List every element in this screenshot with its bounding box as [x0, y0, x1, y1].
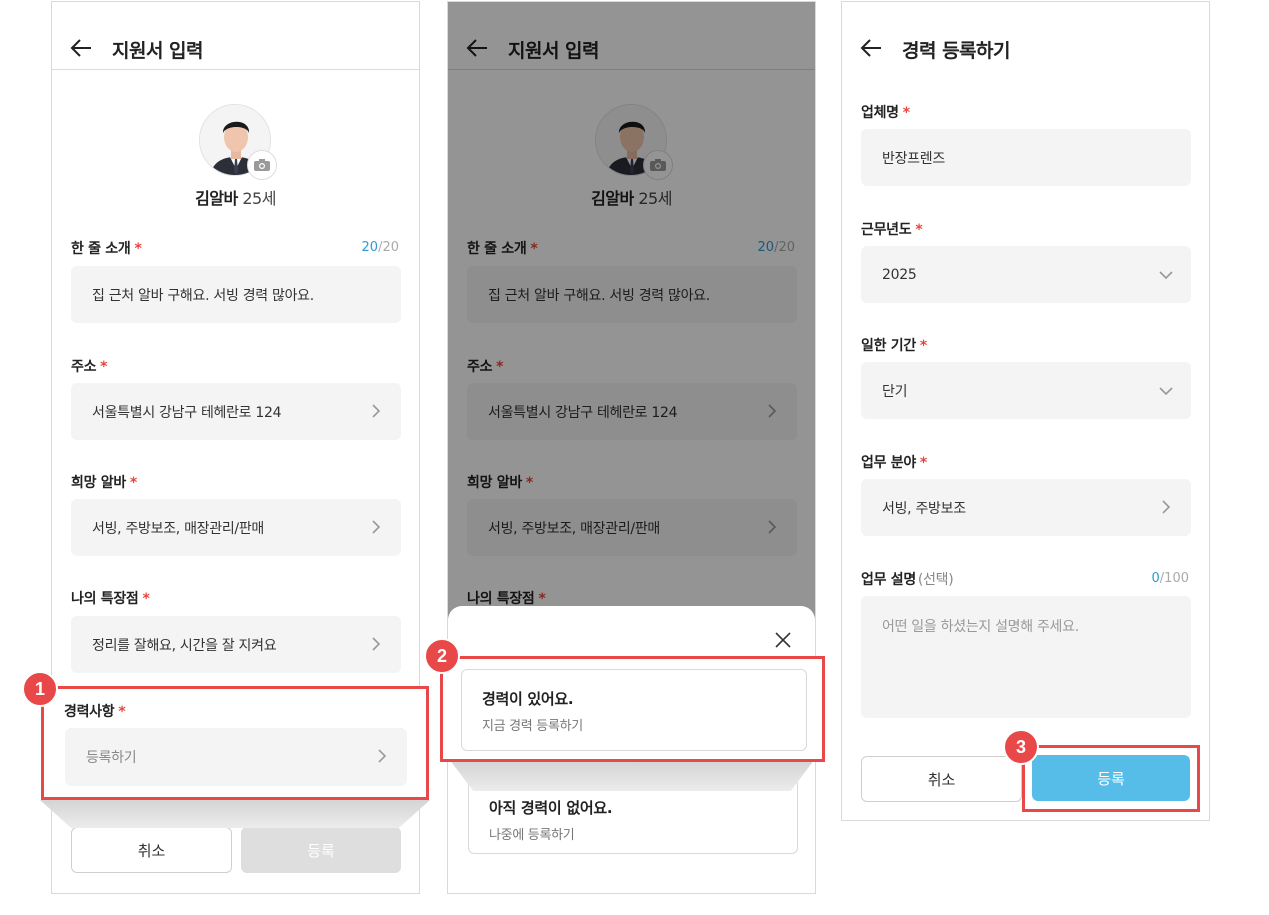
profile-photo[interactable] — [199, 104, 277, 180]
step-badge-1: 1 — [22, 671, 58, 707]
year-label: 근무년도 * — [861, 222, 923, 238]
desired-job-label: 희망 알바 * — [71, 475, 137, 491]
cancel-button[interactable]: 취소 — [71, 827, 232, 873]
intro-input[interactable]: 집 근처 알바 구해요. 서빙 경력 많아요. — [71, 266, 401, 323]
page-title: 지원서 입력 — [112, 40, 204, 62]
option-has-career-sub: 지금 경력 등록하기 — [482, 719, 583, 734]
desired-job-field[interactable]: 서빙, 주방보조, 매장관리/판매 — [71, 499, 401, 556]
back-arrow-icon[interactable] — [860, 38, 882, 58]
company-input[interactable]: 반장프렌즈 — [861, 129, 1191, 186]
chevron-down-icon — [1159, 387, 1173, 396]
option-no-career-sub: 나중에 등록하기 — [489, 828, 575, 843]
strength-value: 정리를 잘해요, 시간을 잘 지켜요 — [92, 637, 277, 654]
work-field-value: 서빙, 주방보조 — [882, 500, 966, 517]
has-career-highlight-box: 경력이 있어요. 지금 경력 등록하기 — [440, 656, 825, 762]
address-label: 주소 * — [71, 359, 108, 375]
profile-age: 25세 — [242, 189, 276, 208]
work-field-label: 업무 분야 * — [861, 455, 927, 471]
callout-shadow — [450, 761, 814, 791]
description-counter: 0/100 — [1151, 571, 1189, 586]
intro-counter: 20/20 — [361, 240, 399, 255]
intro-label: 한 줄 소개 * — [71, 241, 142, 257]
career-register-screen: 경력 등록하기 업체명 * 반장프렌즈 근무년도 * 2025 일한 기간 * 단기 … — [841, 1, 1210, 821]
year-value: 2025 — [882, 266, 917, 283]
back-arrow-icon[interactable] — [70, 38, 92, 58]
career-label: 경력사항 * — [64, 704, 126, 720]
submit-button-disabled[interactable]: 등록 — [241, 827, 401, 873]
strength-label: 나의 특장점 * — [71, 591, 150, 607]
period-value: 단기 — [882, 383, 908, 400]
career-register-text: 등록하기 — [86, 750, 137, 766]
strength-field[interactable]: 정리를 잘해요, 시간을 잘 지켜요 — [71, 616, 401, 673]
chevron-right-icon — [378, 749, 387, 763]
description-label: 업무 설명 (선택) — [861, 572, 954, 588]
chevron-right-icon — [372, 637, 381, 651]
period-select[interactable]: 단기 — [861, 362, 1191, 419]
description-textarea[interactable]: 어떤 일을 하셨는지 설명해 주세요. — [861, 596, 1191, 718]
profile-name: 김알바 — [195, 189, 238, 208]
option-no-career-title: 아직 경력이 없어요. — [489, 799, 613, 817]
work-field-select[interactable]: 서빙, 주방보조 — [861, 479, 1191, 536]
career-highlight-box: 경력사항 * 등록하기 — [41, 686, 429, 800]
chevron-right-icon — [372, 404, 381, 418]
option-has-career[interactable]: 경력이 있어요. 지금 경력 등록하기 — [461, 669, 807, 751]
submit-highlight-box: 등록 — [1022, 745, 1200, 812]
year-select[interactable]: 2025 — [861, 246, 1191, 303]
career-register-field[interactable]: 등록하기 — [65, 728, 407, 786]
camera-icon[interactable] — [247, 150, 277, 180]
option-has-career-title: 경력이 있어요. — [482, 690, 574, 708]
header: 지원서 입력 — [52, 2, 419, 70]
period-label: 일한 기간 * — [861, 338, 927, 354]
address-field[interactable]: 서울특별시 강남구 테헤란로 124 — [71, 383, 401, 440]
step-badge-3: 3 — [1003, 729, 1039, 765]
callout-shadow — [40, 800, 430, 828]
desired-job-value: 서빙, 주방보조, 매장관리/판매 — [92, 520, 264, 537]
cancel-button[interactable]: 취소 — [861, 756, 1022, 802]
step-badge-2: 2 — [424, 638, 460, 674]
header: 경력 등록하기 — [842, 2, 1209, 70]
profile-name-age: 김알바 25세 — [52, 185, 419, 209]
page-title: 경력 등록하기 — [902, 40, 1011, 62]
close-icon[interactable] — [775, 632, 791, 648]
company-label: 업체명 * — [861, 105, 910, 121]
chevron-down-icon — [1159, 271, 1173, 280]
chevron-right-icon — [1162, 500, 1171, 514]
chevron-right-icon — [372, 520, 381, 534]
submit-button[interactable]: 등록 — [1032, 755, 1190, 801]
address-value: 서울특별시 강남구 테헤란로 124 — [92, 404, 282, 421]
